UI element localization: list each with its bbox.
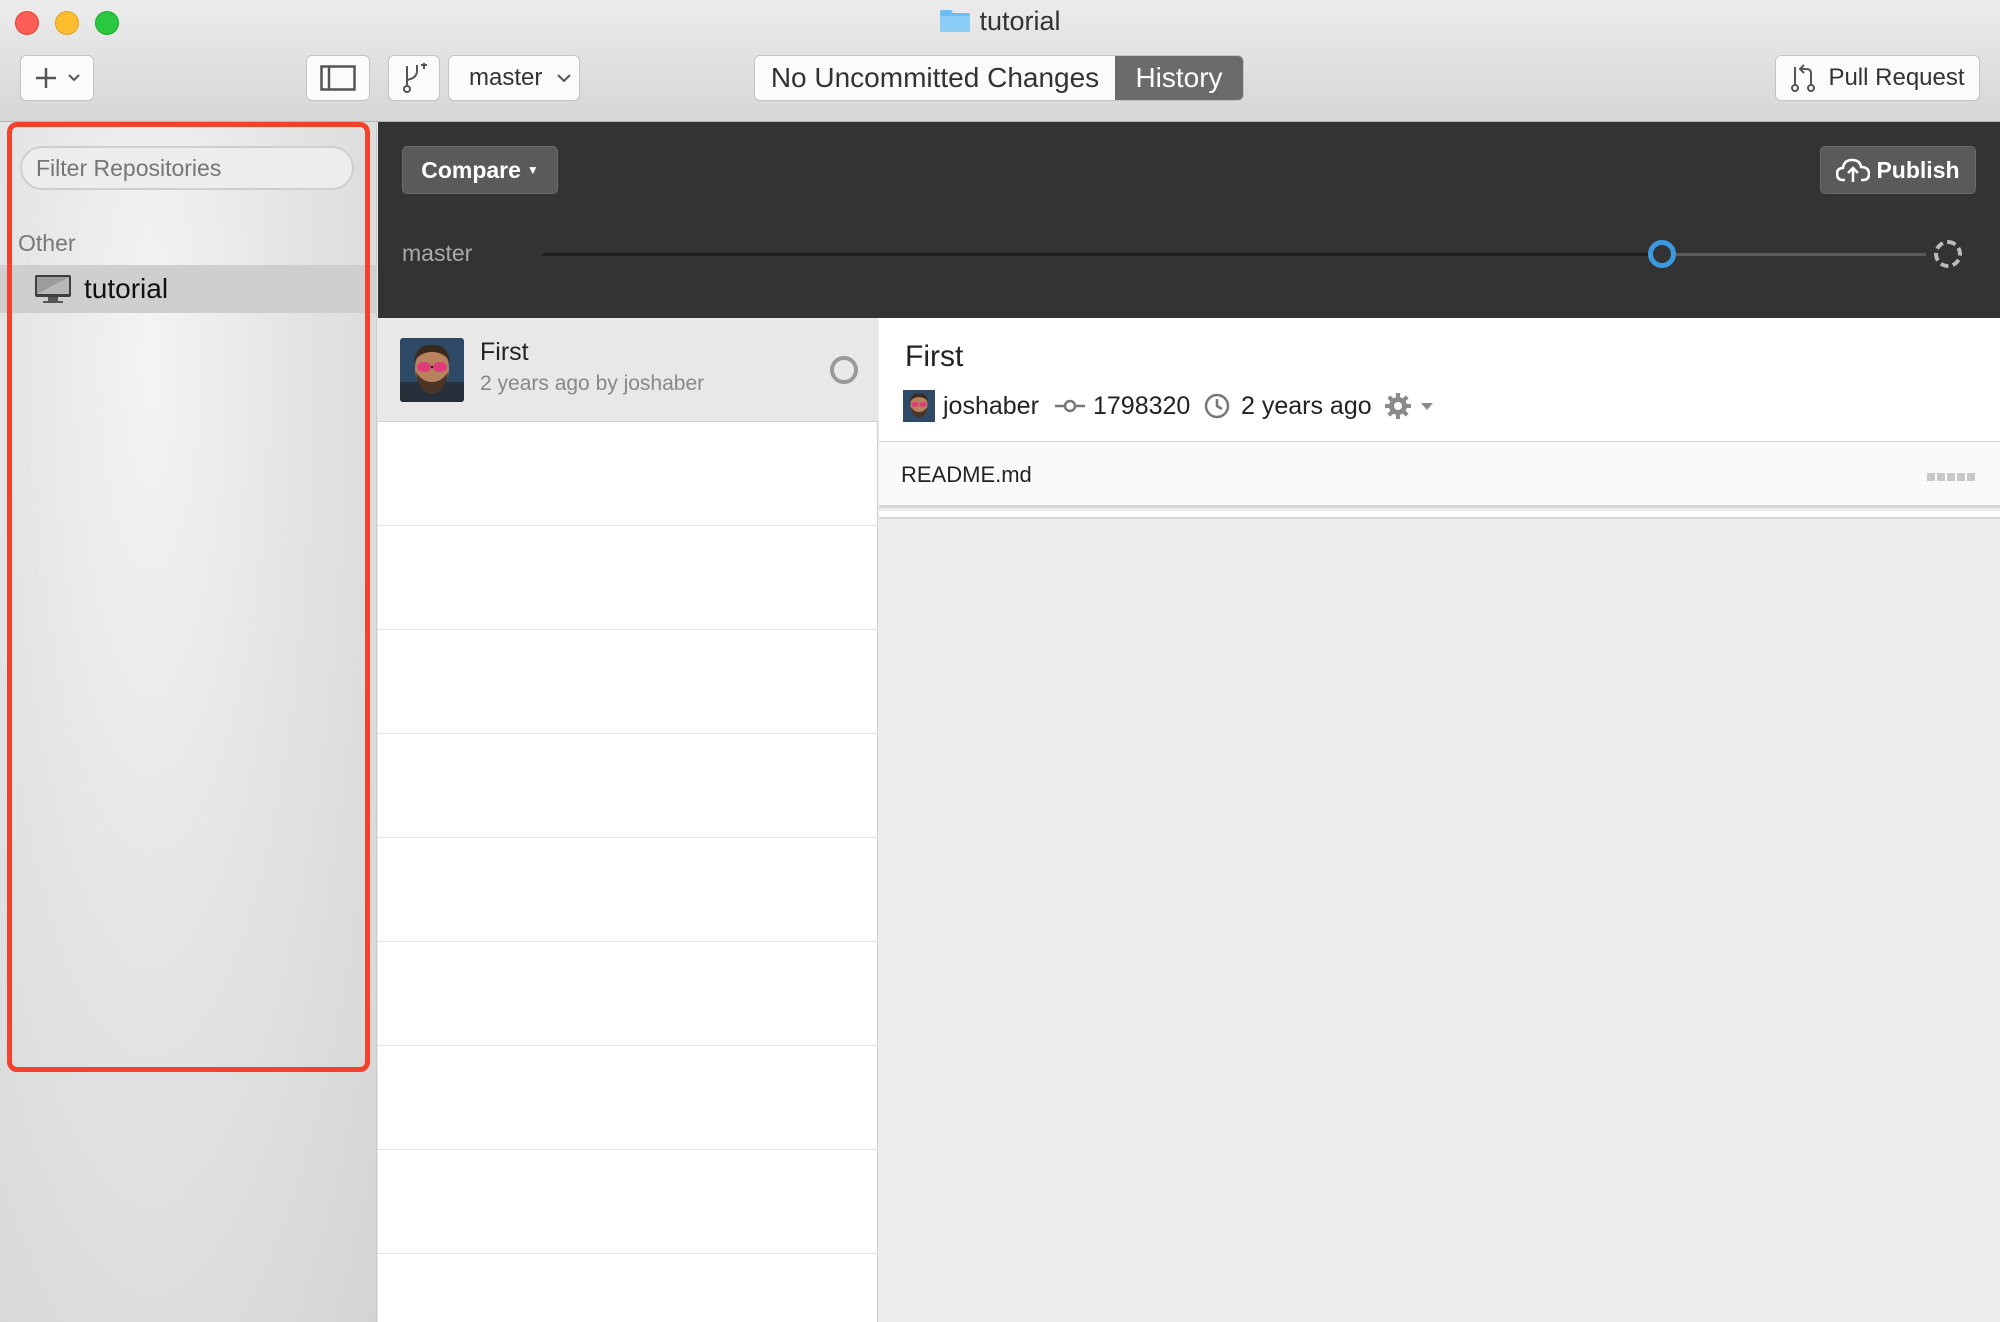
timeline-branch-label: master — [402, 240, 473, 266]
folder-icon — [940, 10, 971, 32]
commit-sha-value: 1798320 — [1093, 391, 1191, 420]
avatar-image — [400, 338, 464, 402]
toolbar: tutorial master No Uncommitted Changes H… — [0, 0, 2000, 122]
view-segmented-control: No Uncommitted Changes History — [754, 55, 1244, 101]
sidebar-highlight-box — [7, 122, 370, 1072]
window-title-text: tutorial — [979, 6, 1061, 36]
plus-icon — [36, 68, 80, 88]
sidebar-icon — [320, 65, 356, 91]
commit-list-empty-row — [378, 1046, 878, 1150]
commit-list: First 2 years ago by joshaber — [378, 318, 878, 1322]
diffstat-block — [1947, 473, 1955, 481]
timeline-commit-node[interactable] — [1648, 240, 1676, 268]
commit-list-empty-row — [378, 734, 878, 838]
branch-header: Compare ▼ Publish master — [378, 122, 2000, 318]
commit-detail-header: First joshaber 1798320 2 years ago — [879, 318, 2000, 442]
avatar — [400, 338, 464, 402]
timeline-track-unpublished — [1666, 253, 1926, 256]
tab-uncommitted-changes[interactable]: No Uncommitted Changes — [755, 56, 1115, 100]
toggle-sidebar-button[interactable] — [306, 55, 370, 101]
timeline-track — [542, 253, 1654, 256]
branch-select[interactable]: master — [448, 55, 580, 101]
commit-list-empty-row — [378, 942, 878, 1046]
author-avatar — [903, 390, 935, 422]
clock-icon — [1204, 393, 1230, 419]
new-branch-button[interactable] — [388, 55, 440, 101]
diffstat-block — [1927, 473, 1935, 481]
tab-history[interactable]: History — [1115, 56, 1243, 100]
publish-label: Publish — [1876, 156, 1960, 183]
app-window: tutorial master No Uncommitted Changes H… — [0, 0, 2000, 1322]
commit-subtitle: 2 years ago by joshaber — [480, 372, 705, 395]
gear-icon — [1385, 393, 1411, 419]
commit-detail: First joshaber 1798320 2 years ago READM… — [879, 318, 2000, 1322]
add-repository-button[interactable] — [20, 55, 94, 101]
diffstat-block — [1937, 473, 1945, 481]
commit-time-value: 2 years ago — [1241, 391, 1372, 420]
diffstat — [1927, 473, 1975, 481]
commit-list-empty-row — [378, 526, 878, 630]
pull-request-label: Pull Request — [1828, 64, 1965, 91]
publish-button[interactable]: Publish — [1820, 146, 1976, 194]
changed-file-row[interactable]: README.md — [879, 442, 2000, 508]
commit-status-icon — [830, 356, 858, 384]
diffstat-block — [1957, 473, 1965, 481]
commit-list-empty-row — [378, 1150, 878, 1254]
window-title: tutorial — [0, 6, 2000, 37]
timeline-uncommitted-node[interactable] — [1934, 240, 1962, 268]
branch-select-label: master — [469, 64, 543, 91]
dropdown-arrow-icon: ▼ — [526, 163, 539, 177]
cloud-upload-icon — [1836, 158, 1871, 182]
commit-list-empty-row — [378, 630, 878, 734]
changed-file-name: README.md — [901, 462, 1032, 487]
compare-button[interactable]: Compare ▼ — [402, 146, 558, 194]
pull-request-button[interactable]: Pull Request — [1775, 55, 1980, 101]
commit-actions-button[interactable] — [1383, 386, 1435, 426]
commit-list-empty-row — [378, 422, 878, 526]
commit-row[interactable]: First 2 years ago by joshaber — [378, 318, 878, 422]
commit-title: First — [480, 338, 529, 366]
commit-author: joshaber — [903, 386, 1039, 426]
dropdown-arrow-icon — [1421, 403, 1433, 410]
branch-icon — [403, 63, 427, 93]
commit-author-name: joshaber — [943, 391, 1039, 420]
chevron-down-icon — [557, 74, 572, 83]
commit-detail-title: First — [905, 340, 964, 373]
commit-list-empty-row — [378, 838, 878, 942]
compare-label: Compare — [421, 156, 521, 183]
commit-time: 2 years ago — [1203, 386, 1372, 426]
commit-sha[interactable]: 1798320 — [1055, 386, 1190, 426]
diffstat-block — [1967, 473, 1975, 481]
changed-file-body — [879, 511, 2000, 519]
pull-request-icon — [1791, 64, 1816, 92]
commit-icon — [1055, 399, 1085, 413]
